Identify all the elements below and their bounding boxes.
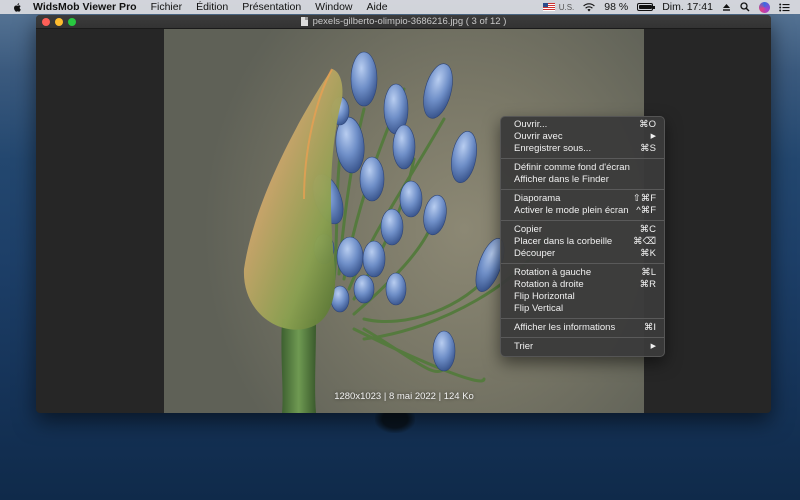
menu-item-enregistrer-sous[interactable]: Enregistrer sous... ⌘S — [501, 143, 664, 155]
menu-item-label: Flip Horizontal — [514, 291, 575, 302]
menu-item-label: Rotation à gauche — [514, 267, 592, 278]
menu-item-label: Ouvrir... — [514, 119, 548, 130]
menu-separator — [501, 337, 664, 338]
control-center-icon[interactable] — [779, 3, 790, 12]
eject-icon[interactable] — [722, 3, 731, 12]
context-menu: Ouvrir... ⌘O Ouvrir avec ▶ Enregistrer sous.… — [500, 116, 665, 357]
minimize-window-button[interactable] — [55, 18, 63, 26]
menu-item-label: Rotation à droite — [514, 279, 584, 290]
zoom-window-button[interactable] — [68, 18, 76, 26]
battery-icon[interactable] — [637, 3, 656, 11]
menu-item-afficher-dans-le-finder[interactable]: Afficher dans le Finder — [501, 174, 664, 186]
spotlight-search-icon[interactable] — [740, 2, 750, 12]
menu-separator — [501, 263, 664, 264]
window-title: pexels-gilberto-olimpio-3686216.jpg ( 3 … — [312, 16, 507, 27]
menu-item-rotation-a-gauche[interactable]: Rotation à gauche ⌘L — [501, 267, 664, 279]
menu-item-flip-vertical[interactable]: Flip Vertical — [501, 303, 664, 315]
menu-edition[interactable]: Édition — [196, 1, 228, 13]
menu-app-name[interactable]: WidsMob Viewer Pro — [33, 1, 137, 13]
menu-item-rotation-a-droite[interactable]: Rotation à droite ⌘R — [501, 279, 664, 291]
document-icon — [300, 17, 308, 26]
menu-bar: WidsMob Viewer Pro Fichier Édition Prése… — [0, 0, 800, 14]
menu-item-afficher-les-informations[interactable]: Afficher les informations ⌘I — [501, 322, 664, 334]
menu-item-trier[interactable]: Trier ▶ — [501, 341, 664, 353]
menu-item-shortcut: ⌘L — [641, 267, 656, 278]
menu-item-label: Ouvrir avec — [514, 131, 563, 142]
menu-item-ouvrir-avec[interactable]: Ouvrir avec ▶ — [501, 131, 664, 143]
menu-separator — [501, 158, 664, 159]
menu-item-decouper[interactable]: Découper ⌘K — [501, 248, 664, 260]
battery-percent[interactable]: 98 % — [604, 1, 628, 13]
menu-item-label: Enregistrer sous... — [514, 143, 592, 154]
menu-item-label: Flip Vertical — [514, 303, 564, 314]
menu-item-label: Copier — [514, 224, 542, 235]
menu-item-shortcut: ⌘⌫ — [633, 236, 656, 247]
menu-item-diaporama[interactable]: Diaporama ⇧⌘F — [501, 193, 664, 205]
menu-window[interactable]: Window — [315, 1, 352, 13]
menu-presentation[interactable]: Présentation — [242, 1, 301, 13]
us-flag-icon[interactable] — [542, 3, 555, 11]
clock[interactable]: Dim. 17:41 — [662, 1, 713, 13]
menu-item-activer-le-mode-plein-ecran[interactable]: Activer le mode plein écran ^⌘F — [501, 205, 664, 217]
menu-item-shortcut: ⌘S — [640, 143, 656, 154]
siri-icon[interactable] — [759, 1, 770, 13]
menu-separator — [501, 189, 664, 190]
menu-item-shortcut: ^⌘F — [636, 205, 656, 216]
menu-item-label: Trier — [514, 341, 534, 352]
menu-item-flip-horizontal[interactable]: Flip Horizontal — [501, 291, 664, 303]
submenu-arrow-icon: ▶ — [650, 133, 656, 140]
menu-item-shortcut: ⌘R — [639, 279, 656, 290]
wifi-icon[interactable] — [583, 2, 596, 12]
menu-separator — [501, 220, 664, 221]
menu-item-shortcut: ⌘I — [643, 322, 656, 333]
menu-item-copier[interactable]: Copier ⌘C — [501, 224, 664, 236]
input-language[interactable]: U.S. — [559, 3, 575, 12]
menu-item-shortcut: ⌘C — [639, 224, 656, 235]
menu-item-shortcut: ⌘O — [639, 119, 656, 130]
battery-fill — [639, 5, 652, 9]
menu-aide[interactable]: Aide — [367, 1, 388, 13]
window-titlebar[interactable]: pexels-gilberto-olimpio-3686216.jpg ( 3 … — [36, 15, 771, 29]
photo-info-caption: 1280x1023 | 8 mai 2022 | 124 Ko — [334, 391, 474, 402]
menu-item-shortcut: ⇧⌘F — [632, 193, 656, 204]
menu-item-label: Définir comme fond d'écran — [514, 162, 630, 173]
menu-item-label: Afficher les informations — [514, 322, 616, 333]
menu-item-label: Découper — [514, 248, 556, 259]
menu-item-label: Diaporama — [514, 193, 561, 204]
menu-item-definir-comme-fond-d-ecran[interactable]: Définir comme fond d'écran — [501, 162, 664, 174]
menu-item-label: Activer le mode plein écran — [514, 205, 629, 216]
menu-item-ouvrir[interactable]: Ouvrir... ⌘O — [501, 119, 664, 131]
menu-item-label: Placer dans la corbeille — [514, 236, 613, 247]
apple-menu-icon[interactable] — [12, 2, 23, 13]
menu-item-label: Afficher dans le Finder — [514, 174, 609, 185]
traffic-lights — [42, 18, 76, 26]
menu-separator — [501, 318, 664, 319]
menu-item-shortcut: ⌘K — [640, 248, 656, 259]
menu-fichier[interactable]: Fichier — [151, 1, 183, 13]
menu-item-placer-dans-la-corbeille[interactable]: Placer dans la corbeille ⌘⌫ — [501, 236, 664, 248]
close-window-button[interactable] — [42, 18, 50, 26]
submenu-arrow-icon: ▶ — [650, 343, 656, 350]
